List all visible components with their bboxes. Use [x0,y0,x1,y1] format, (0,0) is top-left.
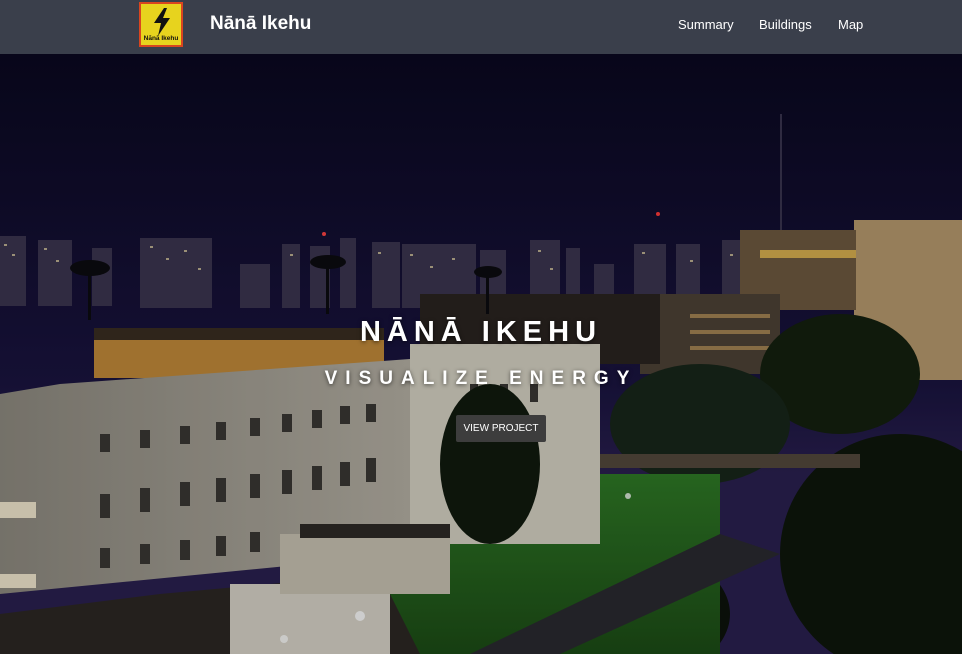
hero-overlay [0,54,962,654]
nav-summary[interactable]: Summary [678,17,734,32]
logo-text: Nānā Ikehu [143,35,179,42]
hero-section: NĀNĀ IKEHU VISUALIZE ENERGY VIEW PROJECT [0,54,962,654]
view-project-button[interactable]: VIEW PROJECT [456,415,546,442]
logo[interactable]: Nānā Ikehu [139,2,183,47]
lightning-bolt-icon [154,8,170,36]
brand-title[interactable]: Nānā Ikehu [210,13,311,35]
hero-title: NĀNĀ IKEHU [359,316,603,348]
navbar: Nānā Ikehu Nānā Ikehu Summary Buildings … [0,0,962,54]
hero-subtitle: VISUALIZE ENERGY [324,368,638,389]
nav-map[interactable]: Map [838,17,863,32]
nav-buildings[interactable]: Buildings [759,17,812,32]
